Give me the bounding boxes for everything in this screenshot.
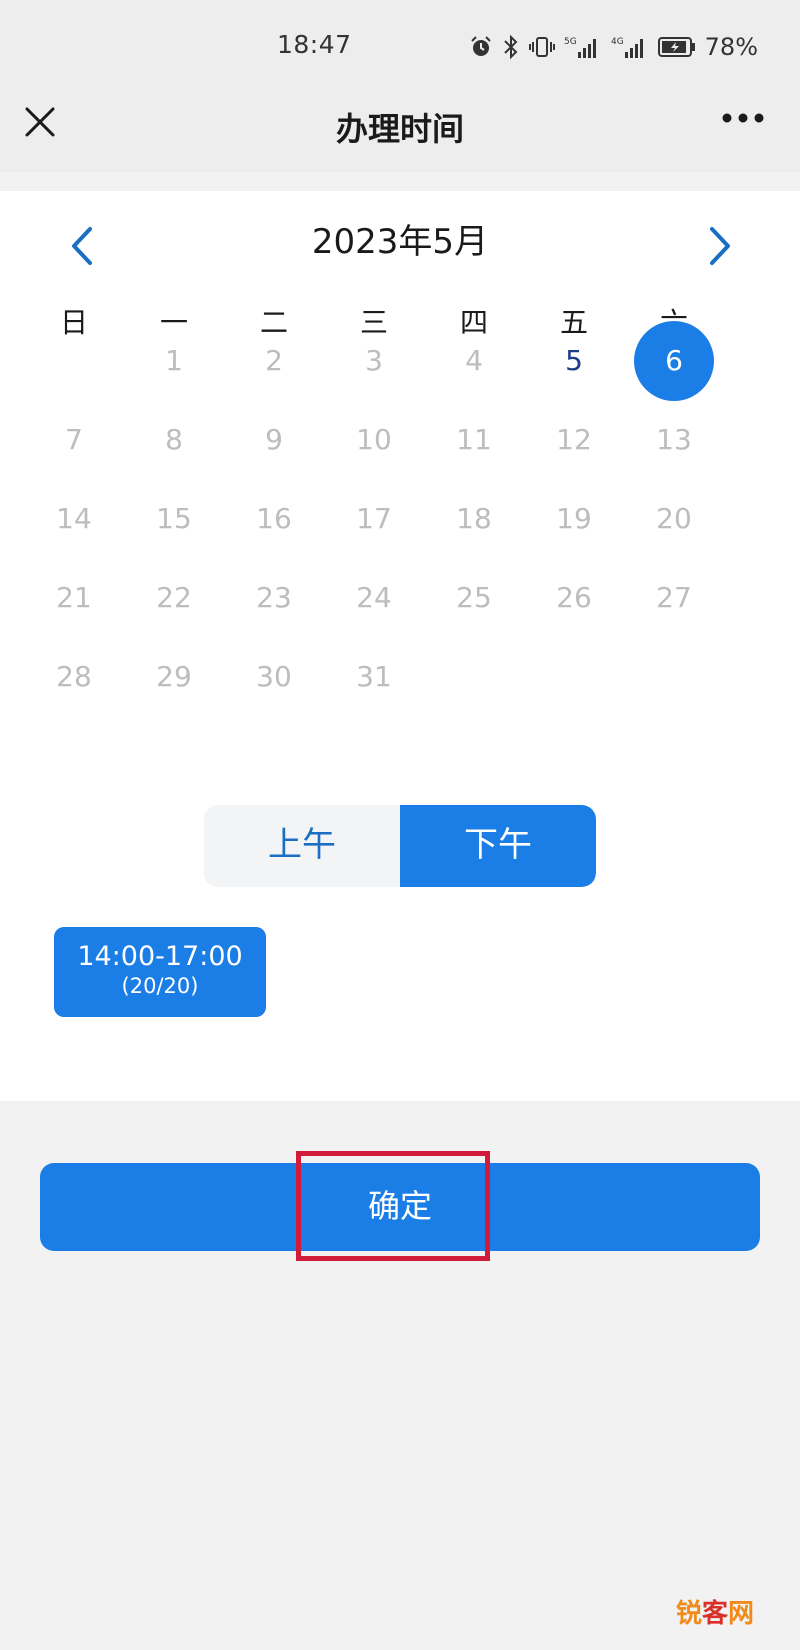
- status-icons: 5G 4G 78%: [469, 30, 758, 64]
- signal-4g-icon: 4G: [611, 37, 643, 58]
- calendar-day: 19: [556, 502, 592, 535]
- calendar-day: 1: [165, 344, 183, 377]
- svg-text:4G: 4G: [611, 37, 624, 47]
- calendar-day: 31: [356, 660, 392, 693]
- battery-percent: 78%: [704, 33, 758, 61]
- status-bar: 18:47 5G 4G 78%: [0, 0, 800, 92]
- svg-text:5G: 5G: [564, 37, 577, 47]
- calendar-day: 24: [356, 581, 392, 614]
- calendar-days: 1 2 3 4 5 6 7 8 9 10 11 12 13 14 15 16 17 18 19 20 21 22 23 24 2…: [24, 321, 784, 761]
- status-time: 18:47: [277, 30, 352, 59]
- calendar-day: 21: [56, 581, 92, 614]
- calendar-day: 4: [465, 344, 483, 377]
- calendar-day: 23: [256, 581, 292, 614]
- period-am-option[interactable]: 上午: [204, 805, 400, 887]
- vibrate-icon: [528, 37, 555, 57]
- battery-icon: [657, 37, 695, 57]
- slot-time: 14:00-17:00: [77, 941, 243, 972]
- calendar-day: 10: [356, 423, 392, 456]
- nav-bar: 办理时间: [0, 92, 800, 172]
- alarm-icon: [470, 36, 491, 56]
- calendar-day: 30: [256, 660, 292, 693]
- calendar-day: 15: [156, 502, 192, 535]
- time-slot[interactable]: 14:00-17:00 (20/20): [54, 927, 266, 1017]
- calendar-day: 7: [65, 423, 83, 456]
- calendar-day: 29: [156, 660, 192, 693]
- chevron-right-icon[interactable]: [700, 221, 740, 271]
- confirm-button[interactable]: 确定: [40, 1163, 760, 1251]
- bluetooth-icon: [503, 34, 518, 60]
- calendar-day: 16: [256, 502, 292, 535]
- calendar-day: 26: [556, 581, 592, 614]
- calendar-day: 17: [356, 502, 392, 535]
- calendar-day: 22: [156, 581, 192, 614]
- calendar-day: 18: [456, 502, 492, 535]
- calendar-day: 28: [56, 660, 92, 693]
- calendar-day[interactable]: 5: [524, 321, 624, 401]
- calendar-day: 11: [456, 423, 492, 456]
- calendar-day: 8: [165, 423, 183, 456]
- calendar-day: 2: [265, 344, 283, 377]
- calendar-day: 9: [265, 423, 283, 456]
- month-label: 2023年5月: [311, 222, 489, 262]
- weekday-label: 日: [59, 306, 88, 339]
- calendar-panel: 2023年5月 日 一 二 三 四 五 六 1 2 3 4 5 6 7 8 9 10 11 12 13 1…: [0, 191, 800, 1101]
- period-pm-option[interactable]: 下午: [400, 805, 596, 887]
- calendar-day: 12: [556, 423, 592, 456]
- calendar-day-selected[interactable]: 6: [624, 321, 724, 401]
- calendar-day: 3: [365, 344, 383, 377]
- calendar-day: 13: [656, 423, 692, 456]
- calendar-day: 20: [656, 502, 692, 535]
- watermark-logo: 锐客网: [675, 1599, 754, 1629]
- calendar-day: 14: [56, 502, 92, 535]
- period-toggle: 上午 下午: [204, 805, 596, 887]
- slot-capacity: (20/20): [121, 974, 199, 998]
- signal-5g-icon: 5G: [564, 37, 596, 58]
- calendar-day: 27: [656, 581, 692, 614]
- calendar-day: 25: [456, 581, 492, 614]
- more-icon[interactable]: [722, 112, 764, 124]
- page-title: 办理时间: [335, 110, 464, 148]
